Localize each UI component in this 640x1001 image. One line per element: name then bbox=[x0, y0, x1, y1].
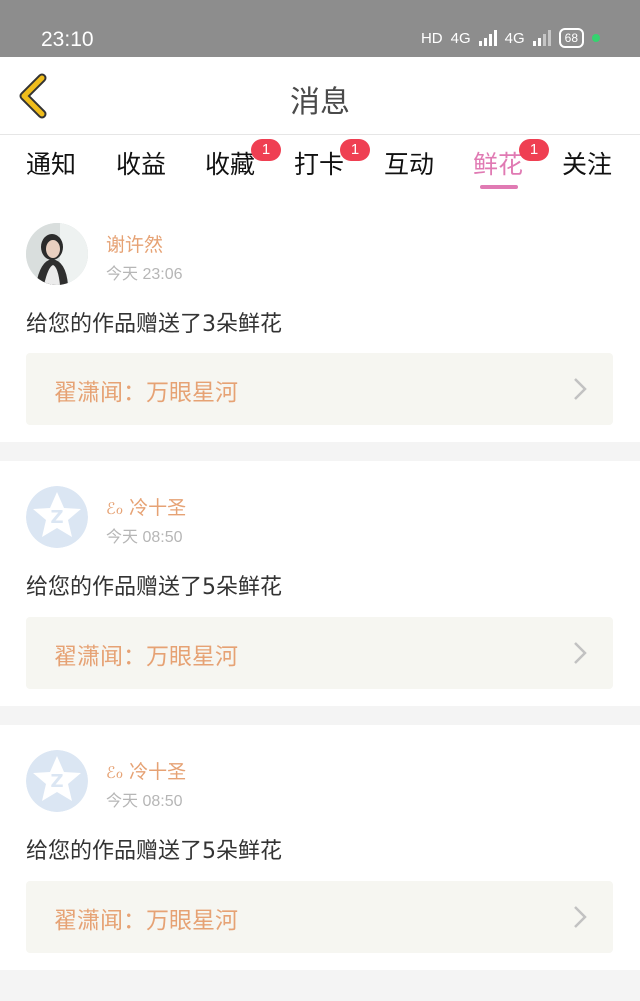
unread-badge: 1 bbox=[251, 139, 281, 161]
hd-indicator: HD bbox=[420, 29, 443, 47]
message-time: 今天 08:50 bbox=[106, 529, 183, 546]
default-star-avatar-icon[interactable]: Z bbox=[26, 750, 88, 812]
tab-interaction[interactable]: 互动 bbox=[384, 145, 434, 181]
tab-flowers[interactable]: 鲜花 1 bbox=[473, 139, 549, 181]
signal-icon-2 bbox=[532, 30, 551, 46]
signal-icon bbox=[478, 30, 497, 46]
user-photo-icon[interactable] bbox=[26, 223, 88, 285]
username: 冷十圣 bbox=[129, 761, 187, 783]
tab-label: 通知 bbox=[26, 150, 77, 179]
status-icons: HD 4G 4G 68 bbox=[421, 28, 600, 48]
tab-notice[interactable]: 通知 bbox=[26, 145, 76, 181]
message-card: Z ℰℴ 冷十圣 今天 08:50 给您的作品赠送了5朵鲜花 翟潇闻：万眼星河 bbox=[0, 725, 640, 970]
tab-label: 打卡 bbox=[294, 150, 345, 179]
message-time: 今天 08:50 bbox=[106, 793, 183, 810]
work-title: 翟潇闻：万眼星河 bbox=[54, 908, 238, 934]
tab-label: 收益 bbox=[116, 150, 167, 179]
tab-label: 鲜花 bbox=[473, 150, 524, 179]
svg-text:Z: Z bbox=[50, 507, 63, 528]
tab-label: 互动 bbox=[384, 150, 435, 179]
tab-checkin[interactable]: 打卡 1 bbox=[294, 139, 370, 181]
work-title: 翟潇闻：万眼星河 bbox=[54, 380, 238, 406]
username-row[interactable]: ℰℴ 冷十圣 bbox=[106, 757, 186, 784]
work-title: 翟潇闻：万眼星河 bbox=[54, 644, 238, 670]
work-link[interactable]: 翟潇闻：万眼星河 bbox=[26, 881, 613, 953]
work-link[interactable]: 翟潇闻：万眼星河 bbox=[26, 353, 613, 425]
name-decoration-icon: ℰℴ bbox=[106, 763, 124, 782]
username: 冷十圣 bbox=[129, 497, 187, 519]
unread-badge: 1 bbox=[519, 139, 549, 161]
charging-dot-icon bbox=[592, 34, 600, 42]
name-decoration-icon: ℰℴ bbox=[106, 499, 124, 518]
page-title: 消息 bbox=[290, 85, 350, 120]
title-bar: 消息 bbox=[0, 57, 640, 135]
message-text: 给您的作品赠送了5朵鲜花 bbox=[26, 839, 282, 864]
message-text: 给您的作品赠送了5朵鲜花 bbox=[26, 575, 282, 600]
tab-earnings[interactable]: 收益 bbox=[116, 145, 166, 181]
chevron-right-icon bbox=[574, 378, 587, 400]
tab-label: 关注 bbox=[562, 150, 613, 179]
message-card: Z ℰℴ 冷十圣 今天 08:50 给您的作品赠送了5朵鲜花 翟潇闻：万眼星河 bbox=[0, 461, 640, 706]
message-time: 今天 23:06 bbox=[106, 266, 183, 283]
chevron-right-icon bbox=[574, 906, 587, 928]
network-4g-label-2: 4G bbox=[504, 29, 525, 47]
message-text: 给您的作品赠送了3朵鲜花 bbox=[26, 312, 282, 337]
tab-follow[interactable]: 关注 bbox=[562, 145, 612, 181]
status-time: 23:10 bbox=[41, 28, 94, 51]
network-4g-label: 4G bbox=[450, 29, 471, 47]
active-tab-indicator bbox=[480, 185, 518, 189]
unread-badge: 1 bbox=[340, 139, 370, 161]
username-row[interactable]: ℰℴ 冷十圣 bbox=[106, 493, 186, 520]
work-link[interactable]: 翟潇闻：万眼星河 bbox=[26, 617, 613, 689]
battery-icon: 68 bbox=[558, 28, 584, 48]
tab-favorites[interactable]: 收藏 1 bbox=[205, 139, 281, 181]
default-star-avatar-icon[interactable]: Z bbox=[26, 486, 88, 548]
tab-bar: 通知 收益 收藏 1 打卡 1 互动 鲜花 1 关注 bbox=[0, 135, 640, 201]
username[interactable]: 谢许然 bbox=[106, 230, 163, 257]
chevron-right-icon bbox=[574, 642, 587, 664]
status-bar: 23:10 HD 4G 4G 68 bbox=[0, 0, 640, 57]
tab-label: 收藏 bbox=[205, 150, 256, 179]
svg-text:Z: Z bbox=[50, 771, 63, 792]
message-card: 谢许然 今天 23:06 给您的作品赠送了3朵鲜花 翟潇闻：万眼星河 bbox=[0, 200, 640, 442]
